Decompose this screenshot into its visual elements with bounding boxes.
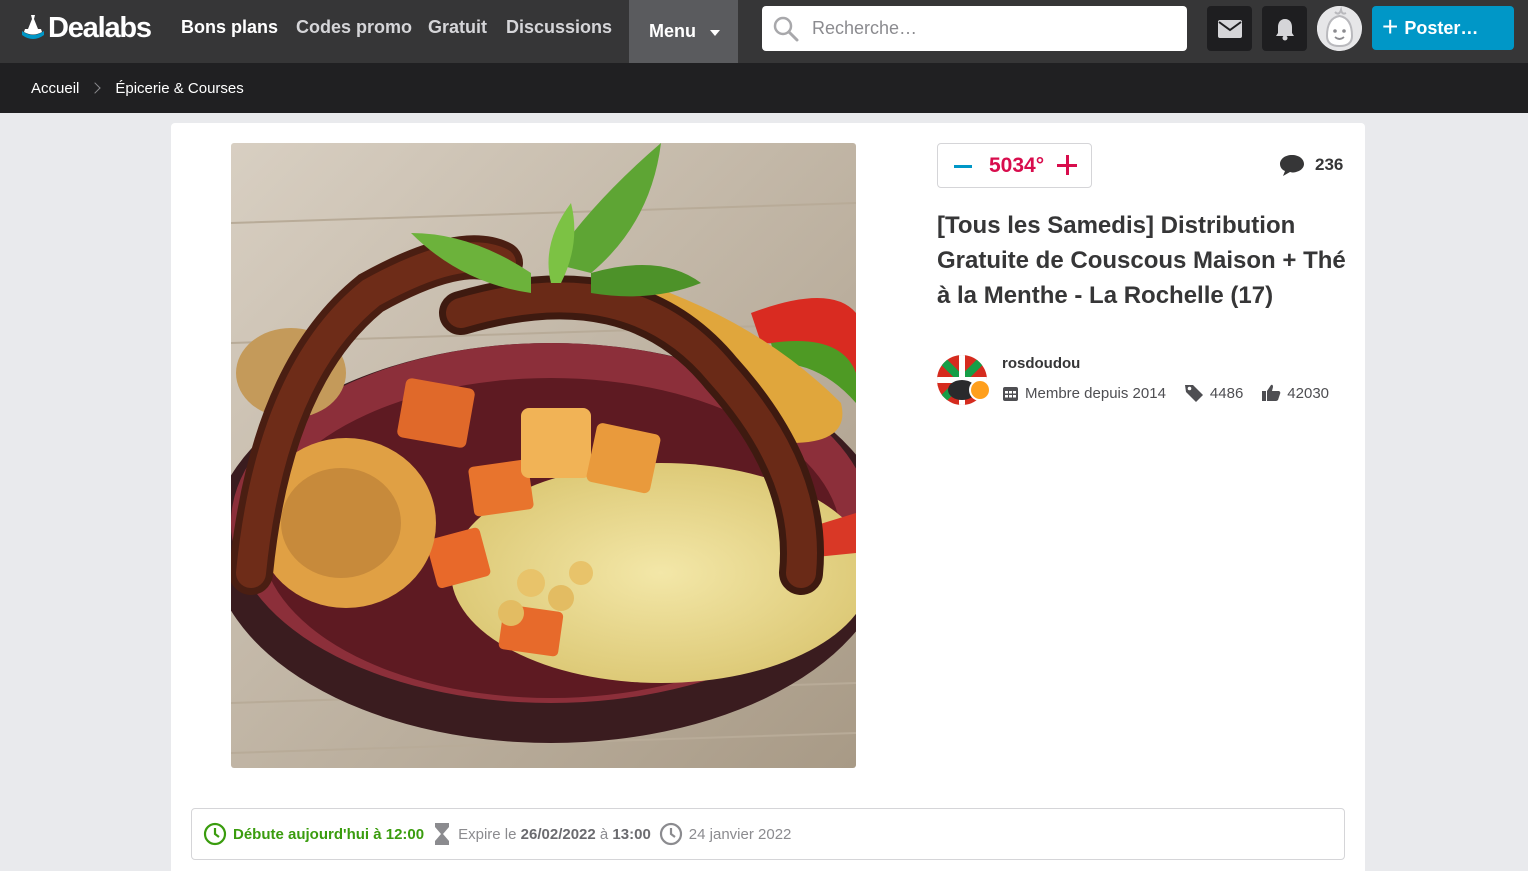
- hourglass-icon: [435, 823, 450, 845]
- expire-time: 13:00: [612, 825, 651, 843]
- deal-dates: Débute aujourd'hui à 12:00 Expire le 26/…: [191, 808, 1345, 860]
- clock-icon: [659, 822, 682, 846]
- user-badge-icon: [969, 379, 991, 401]
- comments-count: 236: [1315, 155, 1344, 174]
- user-avatar-button[interactable]: [1317, 6, 1362, 51]
- menu-label: Menu: [649, 21, 696, 41]
- start-time: 12:00: [385, 825, 425, 843]
- logo-text: Dealabs: [48, 11, 152, 44]
- deals-posted: 4486: [1184, 383, 1243, 403]
- start-prefix: Débute aujourd'hui à: [233, 825, 382, 843]
- clock-icon: [203, 822, 227, 846]
- deals-count: 4486: [1209, 384, 1244, 402]
- posted-date-text: 24 janvier 2022: [688, 825, 792, 843]
- bell-icon: [1275, 18, 1294, 40]
- nav-gratuit[interactable]: Gratuit: [428, 17, 487, 38]
- breadcrumb: Accueil Épicerie & Courses: [0, 63, 1528, 113]
- expire-separator: à: [599, 825, 609, 843]
- posted-date: 24 janvier 2022: [659, 822, 792, 846]
- notifications-button[interactable]: [1262, 6, 1307, 51]
- tag-icon: [1184, 385, 1203, 402]
- post-button[interactable]: + Poster…: [1372, 6, 1514, 50]
- poster-info: rosdoudou Membre depuis 2014 4486 42030: [937, 353, 1357, 408]
- thumbs-up-icon: [1262, 384, 1281, 401]
- chevron-right-icon: [89, 82, 102, 94]
- comment-bubble-icon: [1280, 155, 1304, 176]
- likes-received: 42030: [1261, 384, 1329, 402]
- top-navigation-bar: Dealabs Bons plans Codes promo Gratuit D…: [0, 0, 1528, 63]
- expire-date-value: 26/02/2022: [520, 825, 596, 843]
- vote-down-button[interactable]: [954, 165, 972, 168]
- nav-bons-plans[interactable]: Bons plans: [181, 17, 278, 38]
- breadcrumb-category[interactable]: Épicerie & Courses: [115, 80, 243, 97]
- comments-link[interactable]: 236: [1279, 153, 1343, 177]
- start-date: Débute aujourd'hui à 12:00: [203, 822, 424, 846]
- user-avatar-icon: [1317, 6, 1362, 51]
- chevron-down-icon: [710, 29, 720, 36]
- messages-button[interactable]: [1207, 6, 1252, 51]
- breadcrumb-home[interactable]: Accueil: [31, 80, 79, 97]
- logo-icon: [22, 15, 44, 39]
- vote-up-button[interactable]: [1057, 155, 1077, 175]
- mail-icon: [1217, 19, 1242, 38]
- calendar-icon: [1003, 386, 1018, 401]
- deal-temperature: 5034°: [989, 154, 1045, 177]
- plus-icon: +: [1382, 10, 1399, 42]
- poster-stats: Membre depuis 2014 4486 42030: [1002, 383, 1347, 403]
- expire-date: Expire le 26/02/2022 à 13:00: [432, 822, 651, 846]
- search-input[interactable]: Recherche…: [812, 18, 917, 39]
- vote-box: 5034°: [937, 143, 1092, 188]
- search-icon: [773, 16, 799, 42]
- post-label: Poster…: [1404, 17, 1479, 38]
- poster-username[interactable]: rosdoudou: [1002, 355, 1080, 372]
- expire-prefix: Expire le: [458, 825, 517, 843]
- dealabs-logo[interactable]: Dealabs: [20, 10, 152, 46]
- deal-title[interactable]: [Tous les Samedis] Distribution Gratuite…: [937, 208, 1357, 313]
- search-bar[interactable]: Recherche…: [762, 6, 1187, 51]
- member-since: Membre depuis 2014: [1002, 385, 1166, 402]
- deal-image[interactable]: [231, 143, 856, 768]
- nav-discussions[interactable]: Discussions: [506, 17, 612, 38]
- likes-count: 42030: [1287, 384, 1330, 402]
- nav-codes-promo[interactable]: Codes promo: [296, 17, 412, 38]
- member-since-text: Membre depuis 2014: [1025, 384, 1166, 402]
- couscous-image: [231, 143, 856, 768]
- menu-button[interactable]: Menu: [629, 0, 738, 63]
- deal-card: 5034° 236 [Tous les Samedis] Distributio…: [171, 123, 1365, 871]
